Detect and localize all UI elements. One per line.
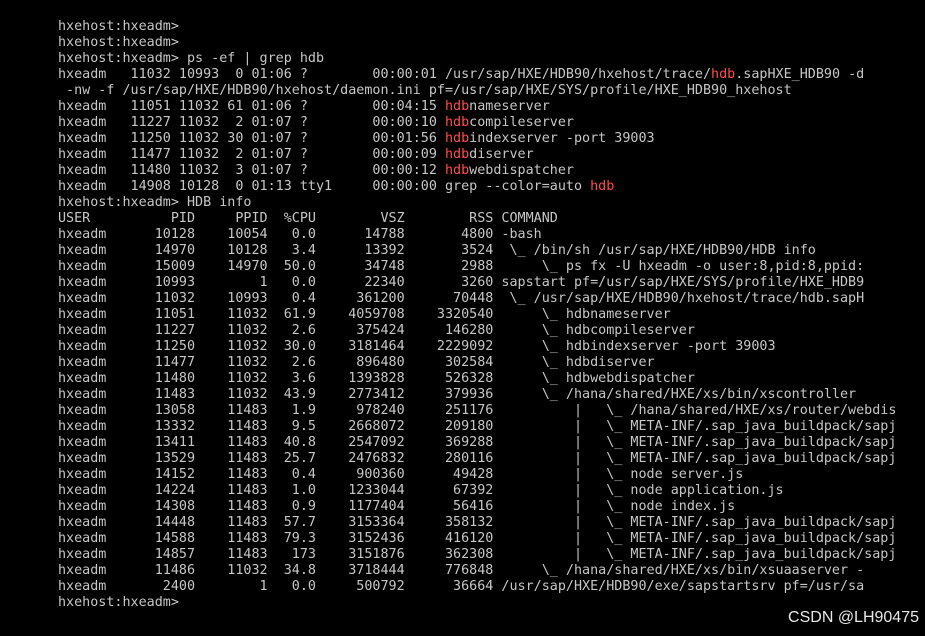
grep-match-highlight: hdb bbox=[444, 115, 470, 130]
terminal-text: hxeadm 11032 10993 0 01:06 ? 00:00:01 /u… bbox=[58, 67, 712, 82]
terminal-text: diserver bbox=[469, 147, 534, 162]
terminal-line: hxeadm 15009 14970 50.0 34748 2988 \_ ps… bbox=[58, 259, 896, 275]
terminal-line: hxeadm 11477 11032 2.6 896480 302584 \_ … bbox=[58, 355, 896, 371]
terminal-text: hxeadm 13058 11483 1.9 978240 251176 | \… bbox=[58, 403, 897, 418]
terminal-line: hxeadm 11483 11032 43.9 2773412 379936 \… bbox=[58, 387, 896, 403]
terminal-line: hxeadm 11032 10993 0 01:06 ? 00:00:01 /u… bbox=[58, 67, 896, 83]
terminal-text: hxeadm 14908 10128 0 01:13 tty1 00:00:00… bbox=[58, 179, 591, 194]
terminal-line: hxeadm 10993 1 0.0 22340 3260 sapstart p… bbox=[58, 275, 896, 291]
terminal-text: hxeadm 11477 11032 2 01:07 ? 00:00:09 bbox=[58, 147, 445, 162]
terminal-line: hxeadm 11227 11032 2.6 375424 146280 \_ … bbox=[58, 323, 896, 339]
terminal-line: hxeadm 11051 11032 61.9 4059708 3320540 … bbox=[58, 307, 896, 323]
terminal-line: hxeadm 11480 11032 3 01:07 ? 00:00:12 hd… bbox=[58, 163, 896, 179]
terminal-text: .sapHXE_HDB90 -d bbox=[735, 67, 865, 82]
grep-match-highlight: hdb bbox=[590, 179, 615, 194]
grep-match-highlight: hdb bbox=[444, 147, 470, 162]
terminal-text: hxehost:hxeadm> bbox=[58, 19, 179, 34]
terminal-line: hxeadm 13058 11483 1.9 978240 251176 | \… bbox=[58, 403, 896, 419]
terminal-line: hxeadm 11486 11032 34.8 3718444 776848 \… bbox=[58, 563, 896, 579]
terminal-line: hxeadm 13411 11483 40.8 2547092 369288 |… bbox=[58, 435, 896, 451]
terminal-text: hxeadm 2400 1 0.0 500792 36664 /usr/sap/… bbox=[58, 579, 865, 594]
terminal-text: hxehost:hxeadm> HDB info bbox=[58, 195, 252, 210]
terminal-text: hxeadm 11250 11032 30.0 3181464 2229092 … bbox=[58, 339, 776, 354]
terminal-text: hxeadm 14448 11483 57.7 3153364 358132 |… bbox=[58, 515, 897, 530]
terminal-text: hxeadm 11250 11032 30 01:07 ? 00:01:56 bbox=[58, 131, 445, 146]
terminal-text: hxeadm 11486 11032 34.8 3718444 776848 \… bbox=[58, 563, 865, 578]
grep-match-highlight: hdb bbox=[444, 99, 470, 114]
terminal-line: hxeadm 14152 11483 0.4 900360 49428 | \_… bbox=[58, 467, 896, 483]
terminal-line: hxeadm 14588 11483 79.3 3152436 416120 |… bbox=[58, 531, 896, 547]
watermark: CSDN @LH90475 bbox=[788, 609, 919, 626]
terminal-line: hxeadm 11227 11032 2 01:07 ? 00:00:10 hd… bbox=[58, 115, 896, 131]
terminal-text: hxeadm 11477 11032 2.6 896480 302584 \_ … bbox=[58, 355, 655, 370]
terminal-line: hxeadm 11051 11032 61 01:06 ? 00:04:15 h… bbox=[58, 99, 896, 115]
terminal-line: hxeadm 14448 11483 57.7 3153364 358132 |… bbox=[58, 515, 896, 531]
grep-match-highlight: hdb bbox=[444, 131, 470, 146]
terminal-text: hxeadm 13529 11483 25.7 2476832 280116 |… bbox=[58, 451, 897, 466]
terminal-text: hxeadm 11227 11032 2.6 375424 146280 \_ … bbox=[58, 323, 695, 338]
terminal-text: USER PID PPID %CPU VSZ RSS COMMAND bbox=[58, 211, 558, 226]
terminal-line: hxeadm 14908 10128 0 01:13 tty1 00:00:00… bbox=[58, 179, 896, 195]
terminal-text: hxeadm 14224 11483 1.0 1233044 67392 | \… bbox=[58, 483, 784, 498]
terminal-text: hxeadm 10128 10054 0.0 14788 4800 -bash bbox=[58, 227, 542, 242]
terminal-line: USER PID PPID %CPU VSZ RSS COMMAND bbox=[58, 211, 896, 227]
terminal-text: hxehost:hxeadm> bbox=[58, 595, 179, 610]
terminal-line: hxeadm 13529 11483 25.7 2476832 280116 |… bbox=[58, 451, 896, 467]
terminal-line: hxehost:hxeadm> bbox=[58, 19, 896, 35]
terminal-text: hxeadm 11483 11032 43.9 2773412 379936 \… bbox=[58, 387, 857, 402]
terminal-text: hxehost:hxeadm> bbox=[58, 35, 179, 50]
terminal-text: hxeadm 11051 11032 61 01:06 ? 00:04:15 bbox=[58, 99, 445, 114]
terminal-line: hxeadm 11477 11032 2 01:07 ? 00:00:09 hd… bbox=[58, 147, 896, 163]
terminal-text: hxeadm 14152 11483 0.4 900360 49428 | \_… bbox=[58, 467, 744, 482]
terminal-line: hxeadm 13332 11483 9.5 2668072 209180 | … bbox=[58, 419, 896, 435]
terminal-text: hxeadm 11480 11032 3 01:07 ? 00:00:12 bbox=[58, 163, 445, 178]
terminal-text: hxeadm 11032 10993 0.4 361200 70448 \_ /… bbox=[58, 291, 865, 306]
terminal-text: hxeadm 14588 11483 79.3 3152436 416120 |… bbox=[58, 531, 897, 546]
terminal-window[interactable]: hxehost:hxeadm> hxehost:hxeadm> hxehost:hx… bbox=[0, 0, 925, 636]
terminal-line: hxeadm 11250 11032 30 01:07 ? 00:01:56 h… bbox=[58, 131, 896, 147]
terminal-line: hxeadm 2400 1 0.0 500792 36664 /usr/sap/… bbox=[58, 579, 896, 595]
terminal-line: hxeadm 10128 10054 0.0 14788 4800 -bash bbox=[58, 227, 896, 243]
terminal-line: hxehost:hxeadm> bbox=[58, 35, 896, 51]
terminal-line: hxeadm 11480 11032 3.6 1393828 526328 \_… bbox=[58, 371, 896, 387]
terminal-text: hxeadm 11480 11032 3.6 1393828 526328 \_… bbox=[58, 371, 695, 386]
terminal-line: -nw -f /usr/sap/HXE/HDB90/hxehost/daemon… bbox=[58, 83, 896, 99]
terminal-text: hxeadm 14308 11483 0.9 1177404 56416 | \… bbox=[58, 499, 736, 514]
terminal-text: -nw -f /usr/sap/HXE/HDB90/hxehost/daemon… bbox=[58, 83, 792, 98]
terminal-output: hxehost:hxeadm> hxehost:hxeadm> hxehost:hx… bbox=[58, 19, 896, 611]
terminal-line: hxeadm 11250 11032 30.0 3181464 2229092 … bbox=[58, 339, 896, 355]
terminal-line: hxeadm 14308 11483 0.9 1177404 56416 | \… bbox=[58, 499, 896, 515]
terminal-line: hxehost:hxeadm> HDB info bbox=[58, 195, 896, 211]
terminal-text: hxeadm 14857 11483 173 3151876 362308 | … bbox=[58, 547, 897, 562]
terminal-text: nameserver bbox=[469, 99, 550, 114]
terminal-line: hxeadm 14970 10128 3.4 13392 3524 \_ /bi… bbox=[58, 243, 896, 259]
terminal-text: hxeadm 14970 10128 3.4 13392 3524 \_ /bi… bbox=[58, 243, 816, 258]
terminal-text: indexserver -port 39003 bbox=[469, 131, 655, 146]
terminal-text: compileserver bbox=[469, 115, 574, 130]
terminal-line: hxehost:hxeadm> bbox=[58, 595, 896, 611]
grep-match-highlight: hdb bbox=[444, 163, 470, 178]
terminal-text: hxeadm 11227 11032 2 01:07 ? 00:00:10 bbox=[58, 115, 445, 130]
terminal-text: hxeadm 13411 11483 40.8 2547092 369288 |… bbox=[58, 435, 897, 450]
terminal-line: hxeadm 14857 11483 173 3151876 362308 | … bbox=[58, 547, 896, 563]
terminal-text: hxehost:hxeadm> ps -ef | grep hdb bbox=[58, 51, 325, 66]
terminal-text: hxeadm 15009 14970 50.0 34748 2988 \_ ps… bbox=[58, 259, 865, 274]
terminal-line: hxeadm 14224 11483 1.0 1233044 67392 | \… bbox=[58, 483, 896, 499]
terminal-text: webdispatcher bbox=[469, 163, 574, 178]
terminal-line: hxehost:hxeadm> ps -ef | grep hdb bbox=[58, 51, 896, 67]
terminal-text: hxeadm 11051 11032 61.9 4059708 3320540 … bbox=[58, 307, 671, 322]
terminal-text: hxeadm 10993 1 0.0 22340 3260 sapstart p… bbox=[58, 275, 865, 290]
terminal-text: hxeadm 13332 11483 9.5 2668072 209180 | … bbox=[58, 419, 897, 434]
terminal-line: hxeadm 11032 10993 0.4 361200 70448 \_ /… bbox=[58, 291, 896, 307]
grep-match-highlight: hdb bbox=[711, 67, 736, 82]
